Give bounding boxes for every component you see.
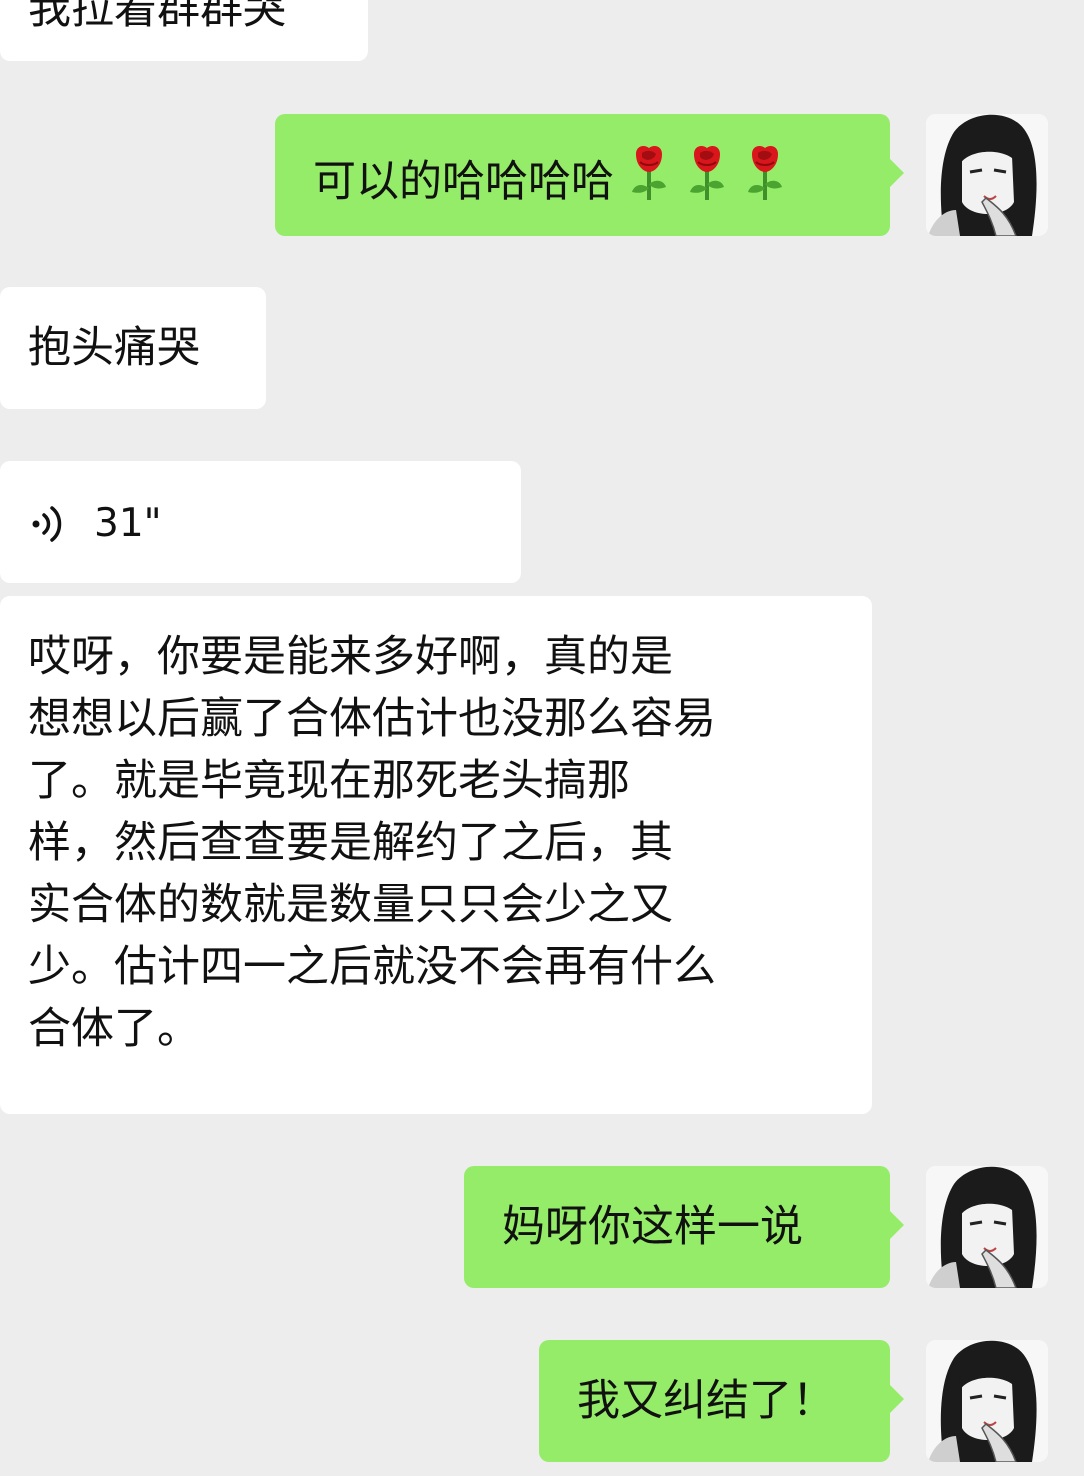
message-text: 可以的哈哈哈哈 — [313, 157, 614, 207]
message-text: 我又纠结了！ — [577, 1376, 835, 1426]
rose-emoji — [632, 146, 666, 200]
message-text: 抱头痛哭 — [28, 323, 200, 373]
message-bubble-outgoing[interactable]: 妈呀你这样一说 — [464, 1166, 904, 1288]
message-bubble-incoming[interactable]: 我拉着群群哭 — [0, 0, 368, 61]
voice-message-bubble[interactable]: 31" — [0, 461, 521, 583]
message-text-line: 哎呀，你要是能来多好啊，真的是 — [28, 632, 673, 682]
message-text-line: 合体了。 — [28, 1004, 200, 1054]
user-avatar-icon — [926, 1166, 1048, 1288]
user-avatar-icon — [926, 114, 1048, 236]
message-text-line: 了。就是毕竟现在那死老头搞那 — [28, 756, 630, 806]
message-bubble-outgoing[interactable]: 我又纠结了！ — [539, 1340, 904, 1462]
message-bubble-incoming[interactable]: 哎呀，你要是能来多好啊，真的是 想想以后赢了合体估计也没那么容易 了。就是毕竟现… — [0, 596, 872, 1114]
avatar[interactable] — [926, 1340, 1048, 1462]
rose-emoji — [690, 146, 724, 200]
user-avatar-icon — [926, 1340, 1048, 1462]
message-text: 我拉着群群哭 — [28, 0, 286, 34]
rose-emoji — [748, 146, 782, 200]
message-text-row: 可以的哈哈哈哈 — [313, 144, 890, 213]
voice-wave-icon — [32, 506, 62, 542]
message-bubble-outgoing[interactable]: 可以的哈哈哈哈 — [275, 114, 904, 236]
avatar[interactable] — [926, 1166, 1048, 1288]
avatar[interactable] — [926, 114, 1048, 236]
message-text-line: 想想以后赢了合体估计也没那么容易 — [28, 694, 716, 744]
message-text-line: 样，然后查查要是解约了之后，其 — [28, 818, 673, 868]
message-text-line: 少。估计四一之后就没不会再有什么 — [28, 942, 716, 992]
voice-duration: 31" — [94, 501, 162, 546]
message-bubble-incoming[interactable]: 抱头痛哭 — [0, 287, 266, 409]
message-text: 妈呀你这样一说 — [502, 1202, 803, 1252]
message-text-line: 实合体的数就是数量只只会少之又 — [28, 880, 673, 930]
